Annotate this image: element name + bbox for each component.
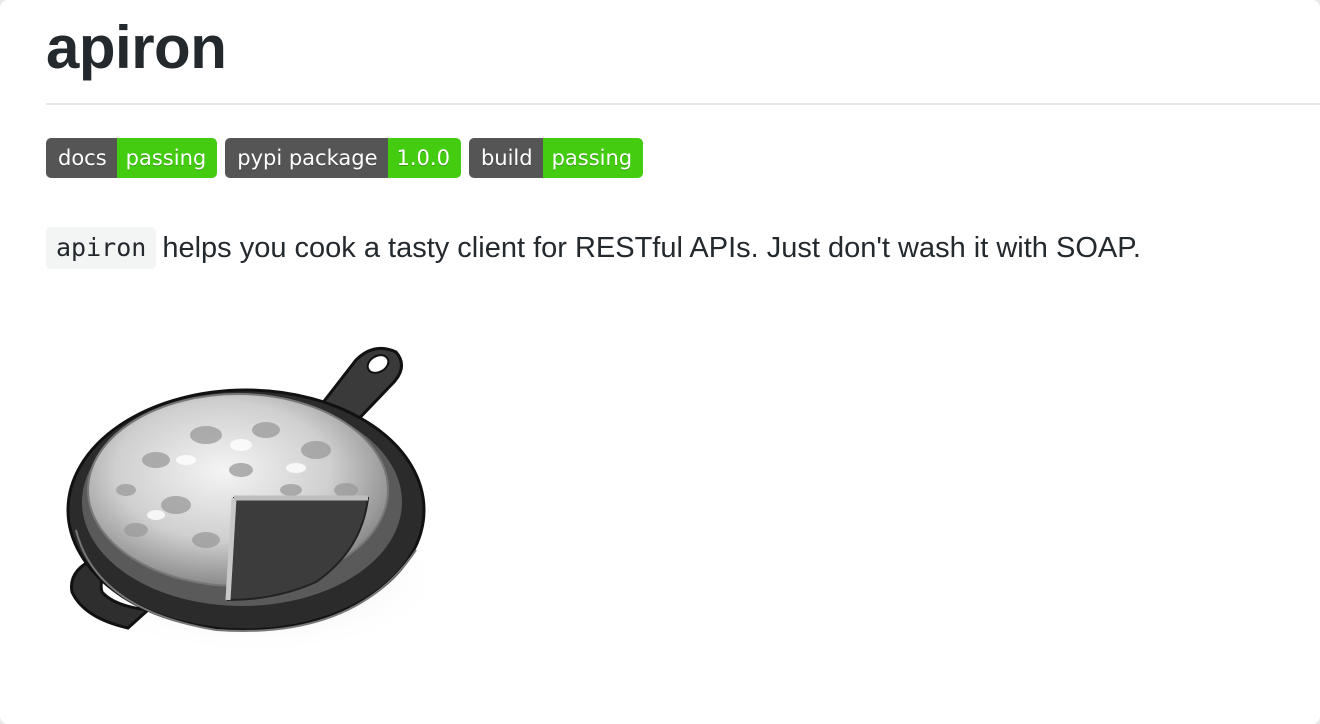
project-description: apiron helps you cook a tasty client for …: [46, 226, 1141, 270]
badge-value: passing: [116, 138, 218, 178]
badge-value: passing: [542, 138, 644, 178]
cast-iron-skillet-icon: [56, 330, 456, 660]
docs-badge[interactable]: docs passing: [46, 138, 218, 178]
build-badge[interactable]: build passing: [468, 138, 644, 178]
pypi-badge[interactable]: pypi package 1.0.0: [225, 138, 461, 178]
badge-value: 1.0.0: [387, 138, 461, 178]
page-title: apiron: [46, 14, 227, 81]
badge-label: pypi package: [225, 138, 388, 178]
badge-label: build: [468, 138, 543, 178]
badge-row: docs passing pypi package 1.0.0 build pa…: [46, 138, 644, 178]
description-text: helps you cook a tasty client for RESTfu…: [162, 232, 1141, 264]
title-divider: [46, 103, 1320, 105]
readme-card: apiron docs passing pypi package 1.0.0 b…: [0, 0, 1320, 724]
badge-label: docs: [46, 138, 117, 178]
inline-code: apiron: [46, 227, 157, 269]
